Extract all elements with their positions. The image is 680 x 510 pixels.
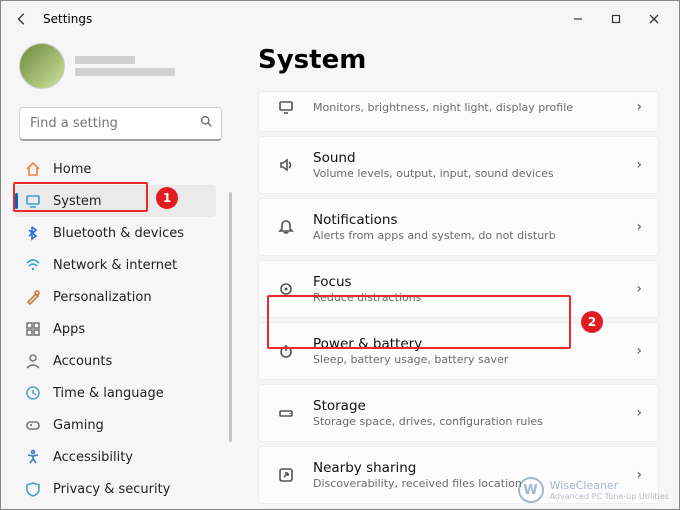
brush-icon bbox=[25, 289, 41, 305]
bluetooth-icon bbox=[25, 225, 41, 241]
close-button[interactable] bbox=[635, 5, 673, 33]
chevron-right-icon: › bbox=[636, 99, 642, 115]
system-icon bbox=[25, 193, 41, 209]
chevron-right-icon: › bbox=[636, 405, 642, 421]
sidebar-item-gaming[interactable]: Gaming bbox=[15, 409, 216, 441]
home-icon bbox=[25, 161, 41, 177]
sidebar-item-label: Bluetooth & devices bbox=[53, 226, 184, 241]
sidebar-item-clock[interactable]: Time & language bbox=[15, 377, 216, 409]
profile[interactable] bbox=[15, 37, 226, 103]
chevron-right-icon: › bbox=[636, 219, 642, 235]
minimize-button[interactable] bbox=[559, 5, 597, 33]
apps-icon bbox=[25, 321, 41, 337]
display-icon bbox=[275, 96, 297, 118]
back-button[interactable] bbox=[7, 4, 37, 34]
sidebar-item-label: Network & internet bbox=[53, 258, 177, 273]
shield-icon bbox=[25, 481, 41, 497]
card-subtitle: Sleep, battery usage, battery saver bbox=[313, 353, 620, 366]
sidebar-item-brush[interactable]: Personalization bbox=[15, 281, 216, 313]
card-subtitle: Storage space, drives, configuration rul… bbox=[313, 415, 620, 428]
chevron-right-icon: › bbox=[636, 157, 642, 173]
card-title: Power & battery bbox=[313, 336, 620, 352]
card-subtitle: Discoverability, received files location bbox=[313, 477, 620, 490]
wifi-icon bbox=[25, 257, 41, 273]
sidebar-item-home[interactable]: Home bbox=[15, 153, 216, 185]
setting-card-power[interactable]: Power & batterySleep, battery usage, bat… bbox=[258, 322, 659, 380]
search-box[interactable] bbox=[19, 107, 222, 141]
search-icon bbox=[200, 115, 213, 132]
user-icon bbox=[25, 353, 41, 369]
sidebar-scrollbar[interactable] bbox=[229, 192, 232, 442]
sidebar-item-label: Apps bbox=[53, 322, 85, 337]
arrow-left-icon bbox=[15, 12, 29, 26]
power-icon bbox=[275, 340, 297, 362]
card-title: Nearby sharing bbox=[313, 460, 620, 476]
sidebar-item-label: Home bbox=[53, 162, 91, 177]
setting-card-bell[interactable]: NotificationsAlerts from apps and system… bbox=[258, 198, 659, 256]
chevron-right-icon: › bbox=[636, 467, 642, 483]
sidebar-item-bluetooth[interactable]: Bluetooth & devices bbox=[15, 217, 216, 249]
sidebar-item-shield[interactable]: Privacy & security bbox=[15, 473, 216, 505]
sidebar-item-label: Accessibility bbox=[53, 450, 133, 465]
window-controls bbox=[559, 5, 673, 33]
accessibility-icon bbox=[25, 449, 41, 465]
page-title: System bbox=[258, 45, 659, 75]
setting-card-sound[interactable]: SoundVolume levels, output, input, sound… bbox=[258, 136, 659, 194]
sound-icon bbox=[275, 154, 297, 176]
sidebar-item-accessibility[interactable]: Accessibility bbox=[15, 441, 216, 473]
card-title: Sound bbox=[313, 150, 620, 166]
sidebar-item-apps[interactable]: Apps bbox=[15, 313, 216, 345]
search-input[interactable] bbox=[30, 116, 200, 131]
card-subtitle: Volume levels, output, input, sound devi… bbox=[313, 167, 620, 180]
bell-icon bbox=[275, 216, 297, 238]
share-icon bbox=[275, 464, 297, 486]
card-subtitle: Alerts from apps and system, do not dist… bbox=[313, 229, 620, 242]
sidebar-item-label: Privacy & security bbox=[53, 482, 170, 497]
sidebar-item-label: Accounts bbox=[53, 354, 112, 369]
titlebar: Settings bbox=[1, 1, 679, 37]
card-subtitle: Reduce distractions bbox=[313, 291, 620, 304]
gaming-icon bbox=[25, 417, 41, 433]
sidebar-item-wifi[interactable]: Network & internet bbox=[15, 249, 216, 281]
setting-card-focus[interactable]: FocusReduce distractions › bbox=[258, 260, 659, 318]
sidebar-item-label: System bbox=[53, 194, 101, 209]
storage-icon bbox=[275, 402, 297, 424]
clock-icon bbox=[25, 385, 41, 401]
chevron-right-icon: › bbox=[636, 343, 642, 359]
sidebar-item-system[interactable]: System bbox=[15, 185, 216, 217]
window-title: Settings bbox=[43, 12, 92, 26]
card-title: Focus bbox=[313, 274, 620, 290]
setting-card-display[interactable]: Monitors, brightness, night light, displ… bbox=[258, 91, 659, 132]
setting-card-share[interactable]: Nearby sharingDiscoverability, received … bbox=[258, 446, 659, 504]
sidebar: Home System Bluetooth & devices Network & i… bbox=[1, 37, 236, 509]
card-title: Notifications bbox=[313, 212, 620, 228]
sidebar-item-label: Time & language bbox=[53, 386, 164, 401]
sidebar-item-user[interactable]: Accounts bbox=[15, 345, 216, 377]
focus-icon bbox=[275, 278, 297, 300]
setting-card-storage[interactable]: StorageStorage space, drives, configurat… bbox=[258, 384, 659, 442]
chevron-right-icon: › bbox=[636, 281, 642, 297]
sidebar-item-label: Gaming bbox=[53, 418, 104, 433]
card-title: Storage bbox=[313, 398, 620, 414]
main-panel: System Monitors, brightness, night light… bbox=[236, 37, 679, 509]
settings-window: Settings Home System Bluetooth & devices Ne… bbox=[0, 0, 680, 510]
card-subtitle: Monitors, brightness, night light, displ… bbox=[313, 101, 620, 114]
sidebar-item-label: Personalization bbox=[53, 290, 152, 305]
setting-card-multitask[interactable]: MultitaskingSnap windows, desktops, task… bbox=[258, 508, 659, 509]
nav-list: Home System Bluetooth & devices Network & i… bbox=[15, 153, 226, 509]
profile-name-obscured bbox=[75, 56, 175, 76]
avatar bbox=[19, 43, 65, 89]
maximize-button[interactable] bbox=[597, 5, 635, 33]
